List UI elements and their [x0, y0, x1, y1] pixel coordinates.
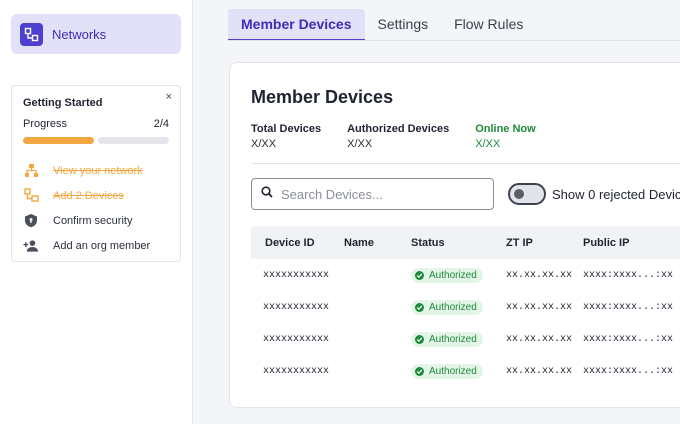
check-icon	[415, 271, 424, 280]
getting-started-item-confirm-security[interactable]: Confirm security	[23, 208, 169, 233]
devices-icon	[23, 188, 39, 204]
cell-status: Authorized	[411, 298, 506, 316]
status-badge: Authorized	[411, 300, 483, 315]
cell-device-id: xxxxxxxxxxx	[263, 269, 330, 281]
page-title: Member Devices	[251, 87, 394, 107]
search-box	[251, 178, 494, 210]
check-icon	[415, 335, 424, 344]
networks-icon	[20, 22, 43, 46]
sidebar-item-networks[interactable]: Networks	[11, 14, 181, 54]
table-row[interactable]: xxxxxxxxxxx Authorized xx.xx.xx.xx xxxx:…	[251, 291, 680, 323]
sidebar-item-label: Networks	[52, 26, 107, 42]
getting-started-card: Getting Started × Progress 2/4 View your…	[11, 85, 181, 262]
column-header-status[interactable]: Status	[411, 237, 506, 249]
table-row[interactable]: xxxxxxxxxxx Authorized xx.xx.xx.xx xxxx:…	[251, 355, 680, 387]
sidebar: Networks Getting Started × Progress 2/4 …	[0, 0, 193, 424]
cell-zt-ip: xx.xx.xx.xx	[506, 365, 573, 377]
progress-bar-remaining	[98, 137, 169, 144]
stat-online-now: Online Now X/XX	[475, 123, 536, 150]
status-text: Authorized	[429, 366, 477, 377]
column-header-name[interactable]: Name	[344, 237, 411, 249]
table-row[interactable]: xxxxxxxxxxx Authorized xx.xx.xx.xx xxxx:…	[251, 323, 680, 355]
progress-label: Progress	[23, 118, 68, 130]
getting-started-item-add-devices[interactable]: Add 2 Devices	[23, 183, 169, 208]
tab-flow-rules[interactable]: Flow Rules	[441, 9, 536, 41]
cell-status: Authorized	[411, 330, 506, 348]
network-tree-icon	[23, 163, 39, 179]
stat-authorized-devices: Authorized Devices X/XX	[347, 123, 449, 150]
getting-started-list: View your network Add 2 Devices Confirm …	[23, 158, 169, 258]
cell-status: Authorized	[411, 266, 506, 284]
status-badge: Authorized	[411, 364, 483, 379]
check-icon	[415, 367, 424, 376]
cell-device-id: xxxxxxxxxxx	[263, 333, 330, 345]
progress-bar	[23, 137, 169, 144]
cell-device-id: xxxxxxxxxxx	[263, 301, 330, 313]
search-icon	[261, 185, 273, 203]
column-header-public-ip[interactable]: Public IP	[583, 237, 680, 249]
show-rejected-toggle-row: Show 0 rejected Devices	[508, 183, 680, 205]
getting-started-item-view-network[interactable]: View your network	[23, 158, 169, 183]
divider	[251, 163, 680, 164]
tab-member-devices[interactable]: Member Devices	[228, 9, 365, 41]
progress-row: Progress 2/4	[23, 118, 169, 130]
show-rejected-label: Show 0 rejected Devices	[552, 186, 680, 202]
status-badge: Authorized	[411, 332, 483, 347]
check-icon	[415, 303, 424, 312]
toggle-knob	[514, 189, 524, 199]
main-content: Member Devices Settings Flow Rules Membe…	[193, 0, 680, 424]
cell-zt-ip: xx.xx.xx.xx	[506, 269, 573, 281]
progress-count: 2/4	[153, 118, 169, 130]
cell-status: Authorized	[411, 362, 506, 380]
column-header-device-id[interactable]: Device ID	[251, 237, 344, 249]
getting-started-item-add-org-member[interactable]: Add an org member	[23, 233, 169, 258]
status-text: Authorized	[429, 334, 477, 345]
table-header: Device ID Name Status ZT IP Public IP	[251, 226, 680, 259]
search-input[interactable]	[281, 186, 481, 202]
getting-started-item-label: View your network	[53, 164, 143, 177]
devices-table: Device ID Name Status ZT IP Public IP xx…	[251, 226, 680, 387]
cell-public-ip: xxxx:xxxx...:xx	[583, 365, 674, 377]
shield-icon	[23, 213, 39, 229]
progress-bar-fill	[23, 137, 94, 144]
close-icon[interactable]: ×	[166, 91, 172, 103]
cell-public-ip: xxxx:xxxx...:xx	[583, 269, 674, 281]
stat-total-devices: Total Devices X/XX	[251, 123, 321, 150]
column-header-zt-ip[interactable]: ZT IP	[506, 237, 583, 249]
status-text: Authorized	[429, 302, 477, 313]
cell-public-ip: xxxx:xxxx...:xx	[583, 333, 674, 345]
show-rejected-toggle[interactable]	[508, 183, 546, 205]
getting-started-title: Getting Started	[23, 97, 103, 109]
tab-bar: Member Devices Settings Flow Rules	[228, 9, 536, 41]
table-row[interactable]: xxxxxxxxxxx Authorized xx.xx.xx.xx xxxx:…	[251, 259, 680, 291]
getting-started-item-label: Add 2 Devices	[53, 189, 124, 202]
getting-started-item-label: Add an org member	[53, 239, 151, 252]
stat-value: X/XX	[251, 138, 277, 150]
stat-label: Authorized Devices	[347, 123, 450, 135]
cell-public-ip: xxxx:xxxx...:xx	[583, 301, 674, 313]
stat-value: X/XX	[475, 138, 501, 150]
member-devices-panel: Member Devices Total Devices X/XX Author…	[229, 62, 680, 408]
stat-value: X/XX	[347, 138, 373, 150]
cell-zt-ip: xx.xx.xx.xx	[506, 301, 573, 313]
cell-device-id: xxxxxxxxxxx	[263, 365, 330, 377]
tab-divider	[228, 40, 680, 41]
add-person-icon	[23, 238, 39, 254]
stat-label: Online Now	[475, 123, 536, 135]
status-badge: Authorized	[411, 268, 483, 283]
status-text: Authorized	[429, 270, 477, 281]
stat-label: Total Devices	[251, 123, 322, 135]
getting-started-item-label: Confirm security	[53, 214, 133, 227]
device-stats: Total Devices X/XX Authorized Devices X/…	[251, 123, 562, 150]
cell-zt-ip: xx.xx.xx.xx	[506, 333, 573, 345]
tab-settings[interactable]: Settings	[365, 9, 442, 41]
